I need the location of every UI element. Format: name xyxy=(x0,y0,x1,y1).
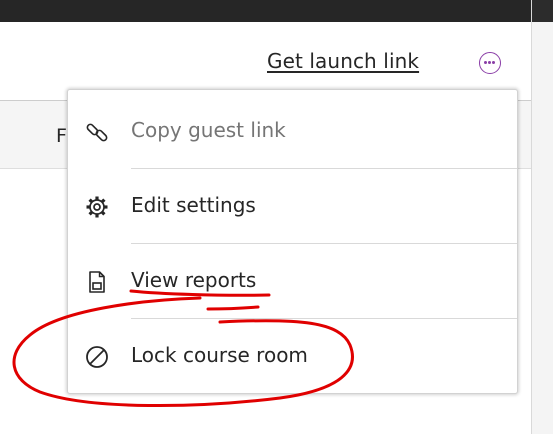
lock-prohibited-icon xyxy=(86,346,108,368)
report-icon xyxy=(89,271,105,293)
gear-icon xyxy=(86,196,108,218)
right-scroll-rail xyxy=(531,0,553,434)
more-dot xyxy=(492,61,496,65)
top-navigation-bar xyxy=(0,0,531,22)
column-header-partial: F xyxy=(56,125,67,147)
menu-item-copy-guest-link[interactable]: Copy guest link xyxy=(68,93,517,168)
session-options-menu: Copy guest link Edit settings View repor… xyxy=(67,89,518,394)
menu-item-edit-settings[interactable]: Edit settings xyxy=(68,168,517,243)
more-dot xyxy=(488,61,492,65)
more-options-icon[interactable] xyxy=(479,52,501,74)
menu-item-label: Copy guest link xyxy=(131,118,286,142)
menu-item-label: View reports xyxy=(131,268,257,292)
menu-item-view-reports[interactable]: View reports xyxy=(68,243,517,318)
more-dot xyxy=(484,61,488,65)
menu-item-label: Edit settings xyxy=(131,193,256,217)
rail-top-segment xyxy=(532,0,553,22)
menu-item-label: Lock course room xyxy=(131,343,308,367)
get-launch-link[interactable]: Get launch link xyxy=(267,49,419,73)
menu-item-lock-course-room[interactable]: Lock course room xyxy=(68,318,517,393)
link-icon xyxy=(86,123,108,142)
